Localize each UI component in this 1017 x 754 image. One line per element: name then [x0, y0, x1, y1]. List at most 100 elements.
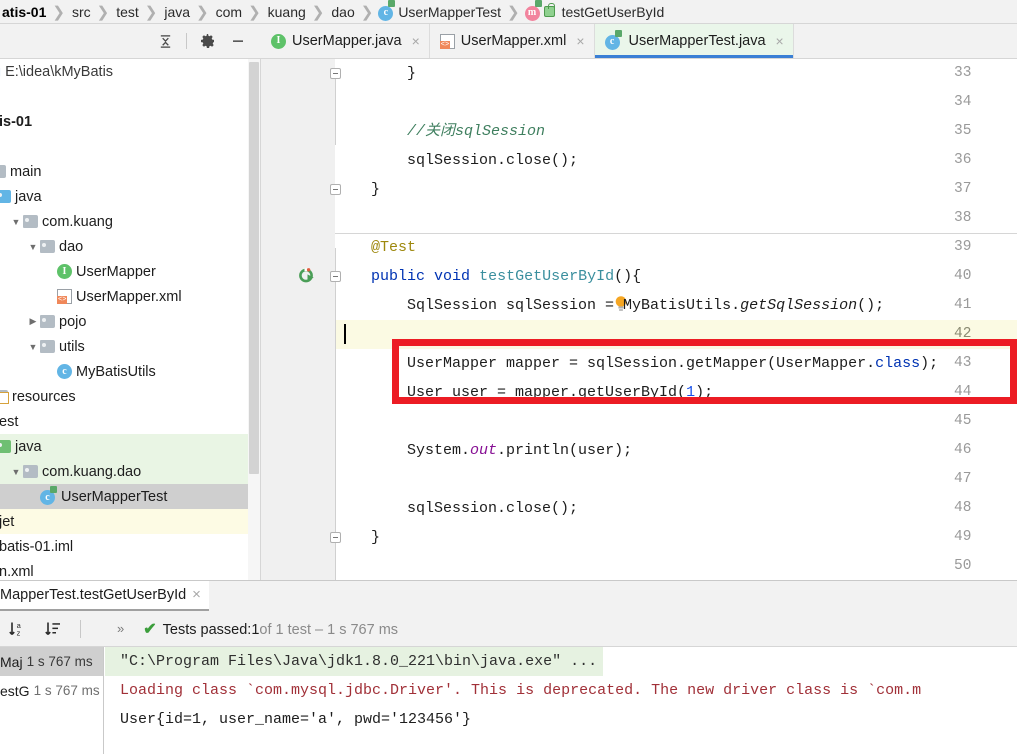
code-token: (); [857, 297, 885, 314]
sort-alphabetically-icon[interactable]: a z [4, 617, 30, 641]
tree-row-com-kuang-dao[interactable]: ▼ com.kuang.dao [0, 459, 260, 484]
code-line-37[interactable]: } [335, 175, 380, 204]
code-line-39[interactable]: @Test [335, 233, 416, 262]
tab-label: UserMapper.java [292, 33, 402, 49]
breadcrumb-item-kuang[interactable]: kuang [266, 0, 308, 23]
tree-row-pom-xml[interactable]: n.xml [0, 559, 260, 580]
close-icon[interactable]: × [412, 33, 420, 49]
code-token: sqlSession.close(); [335, 500, 579, 517]
test-tree-row-method[interactable]: estG 1 s 767 ms [0, 676, 103, 705]
tree-row-usermapper[interactable]: I UserMapper [0, 259, 260, 284]
text-caret [344, 324, 346, 344]
code-line-40[interactable]: public void testGetUserById(){ [335, 262, 641, 291]
breadcrumb-item-project[interactable]: atis-01 [0, 0, 48, 23]
code-line-44[interactable]: User user = mapper.getUserById(1); [335, 378, 713, 407]
xml-file-icon [57, 289, 72, 304]
code-token: ); [695, 384, 714, 401]
test-results-tree[interactable]: Maj 1 s 767 ms estG 1 s 767 ms [0, 647, 104, 754]
breadcrumb-item-class[interactable]: c UserMapperTest [378, 0, 503, 23]
tree-row-dao[interactable]: ▼ dao [0, 234, 260, 259]
code-token: (){ [614, 268, 642, 285]
tree-row-main[interactable]: main [0, 159, 260, 184]
code-line-35[interactable]: //关闭sqlSession [335, 117, 545, 146]
tab-usermapper-xml[interactable]: UserMapper.xml × [429, 24, 595, 58]
test-tree-row-class[interactable]: Maj 1 s 767 ms [0, 647, 103, 676]
code-line-33[interactable]: } [335, 59, 416, 88]
tree-row-spacer [0, 84, 260, 109]
gear-icon[interactable] [196, 29, 220, 53]
code-line-43[interactable]: UserMapper mapper = sqlSession.getMapper… [335, 349, 938, 378]
more-options-icon[interactable]: » [117, 621, 124, 636]
number-token: 1 [686, 384, 696, 401]
tree-label: UserMapperTest [61, 488, 168, 505]
tree-row-module[interactable]: is-01 [0, 109, 260, 134]
breadcrumb-item-dao[interactable]: dao [329, 0, 356, 23]
code-token: UserMapper mapper = sqlSession.getMapper… [335, 355, 876, 372]
tab-usermapper-java[interactable]: I UserMapper.java × [261, 24, 430, 58]
test-class-icon: c [378, 0, 396, 21]
tree-row-spacer [0, 134, 260, 159]
breadcrumb-item-test[interactable]: test [114, 0, 141, 23]
breadcrumb-item-com[interactable]: com [214, 0, 244, 23]
tree-label: est [0, 413, 19, 430]
tab-usermappertest-java[interactable]: c UserMapperTest.java × [594, 24, 794, 58]
code-line-48[interactable]: sqlSession.close(); [335, 494, 578, 523]
annotation-token: @Test [335, 239, 417, 256]
breadcrumb-separator-icon: ❯ [196, 3, 209, 21]
code-line-36[interactable]: sqlSession.close(); [335, 146, 578, 175]
tree-row-main-java[interactable]: java [0, 184, 260, 209]
chevron-down-icon[interactable]: ▼ [26, 342, 40, 352]
code-line-41[interactable]: SqlSession sqlSession = MyBatisUtils.get… [335, 291, 884, 320]
code-token: System. [335, 442, 471, 459]
tree-row-iml[interactable]: batis-01.iml [0, 534, 260, 559]
tree-label: main [10, 163, 42, 180]
close-icon[interactable]: × [576, 33, 584, 49]
code-comment: //关闭sqlSession [335, 123, 546, 140]
sort-by-duration-icon[interactable] [40, 617, 66, 641]
chevron-down-icon[interactable]: ▼ [26, 242, 40, 252]
run-test-icon[interactable] [299, 268, 315, 284]
console-output[interactable]: "C:\Program Files\Java\jdk1.8.0_221\bin\… [105, 647, 1017, 754]
tree-row-target[interactable]: jet [0, 509, 260, 534]
line-number: 46 [954, 442, 972, 458]
project-tree-scrollbar-thumb[interactable] [249, 62, 259, 474]
editor-tab-bar: I UserMapper.java × UserMapper.xml × c U… [261, 24, 1017, 59]
tree-row-com-kuang[interactable]: ▼ com.kuang [0, 209, 260, 234]
collapse-all-icon[interactable] [153, 29, 177, 53]
tree-row-usermapper-xml[interactable]: UserMapper.xml [0, 284, 260, 309]
code-token: User user = mapper.getUserById( [335, 384, 687, 401]
code-editor[interactable]: 33 34 35 36 37 38 39 40 41 42 43 44 45 4… [261, 59, 1017, 580]
tree-label: E:\idea\kMyBatis [5, 63, 114, 80]
close-icon[interactable]: × [192, 586, 201, 603]
tree-row-test[interactable]: est [0, 409, 260, 434]
close-icon[interactable]: × [776, 33, 784, 49]
code-line-49[interactable]: } [335, 523, 380, 552]
tree-row-path[interactable]: ▮ E:\idea\kMyBatis [0, 59, 260, 84]
breadcrumb-item-java[interactable]: java [162, 0, 192, 23]
line-number: 50 [954, 558, 972, 574]
chevron-down-icon[interactable]: ▼ [9, 467, 23, 477]
minimize-icon[interactable] [226, 29, 250, 53]
project-tree[interactable]: ▮ E:\idea\kMyBatis is-01 main java ▼ com… [0, 59, 261, 580]
line-number: 43 [954, 355, 972, 371]
breadcrumb: atis-01 ❯ src ❯ test ❯ java ❯ com ❯ kuan… [0, 0, 1017, 24]
tree-row-test-java[interactable]: java [0, 434, 260, 459]
line-number: 45 [954, 413, 972, 429]
breadcrumb-separator-icon: ❯ [248, 3, 261, 21]
tree-row-pojo[interactable]: ▶ pojo [0, 309, 260, 334]
breadcrumb-item-src[interactable]: src [70, 0, 93, 23]
interface-icon: I [271, 33, 286, 49]
tree-row-resources[interactable]: resources [0, 384, 260, 409]
current-line-highlight [335, 320, 1017, 349]
keyword-token: public [371, 268, 426, 285]
breadcrumb-item-method[interactable]: m testGetUserById [524, 0, 667, 23]
run-tab-usermappertest[interactable]: MapperTest.testGetUserById × [0, 580, 209, 612]
editor-gutter[interactable] [261, 59, 335, 580]
tree-row-utils[interactable]: ▼ utils [0, 334, 260, 359]
code-line-46[interactable]: System.out.println(user); [335, 436, 632, 465]
tree-row-usermappertest[interactable]: c UserMapperTest [0, 484, 260, 509]
chevron-down-icon[interactable]: ▼ [9, 217, 23, 227]
chevron-right-icon[interactable]: ▶ [26, 316, 40, 327]
tree-row-mybatisutils[interactable]: c MyBatisUtils [0, 359, 260, 384]
